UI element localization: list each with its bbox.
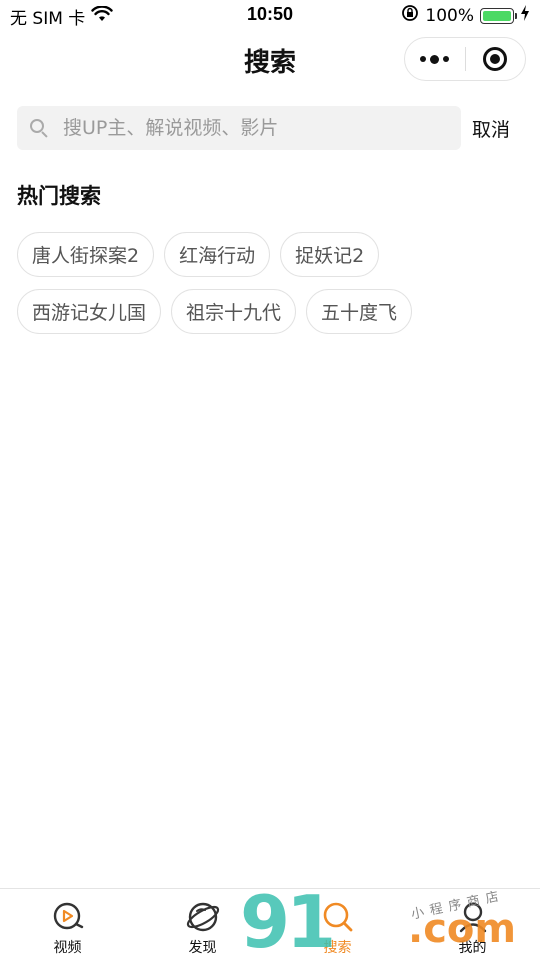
planet-icon — [185, 899, 221, 935]
tab-bar: 视频 发现 搜索 我的 — [0, 888, 540, 960]
mini-program-capsule — [404, 37, 526, 81]
search-input[interactable] — [61, 116, 441, 140]
status-bar: 无 SIM 卡 10:50 100% — [0, 0, 540, 30]
more-dots-icon — [420, 55, 449, 64]
tab-label: 视频 — [54, 937, 82, 957]
cancel-button[interactable]: 取消 — [472, 115, 510, 142]
hot-search-tag[interactable]: 西游记女儿国 — [17, 289, 161, 334]
search-row: 取消 — [17, 106, 527, 150]
tab-label: 发现 — [189, 937, 217, 957]
navigation-bar: 搜索 — [0, 30, 540, 90]
tab-video[interactable]: 视频 — [0, 889, 135, 960]
target-icon — [483, 47, 507, 71]
status-right: 100% — [401, 4, 530, 27]
hot-search-tag[interactable]: 捉妖记2 — [280, 232, 379, 277]
battery-fill — [483, 11, 511, 21]
search-box[interactable] — [17, 106, 461, 150]
tab-profile[interactable]: 我的 — [405, 889, 540, 960]
user-icon — [455, 899, 491, 935]
search-icon — [320, 899, 356, 935]
battery-percent: 100% — [425, 6, 474, 26]
hot-search-tag[interactable]: 红海行动 — [164, 232, 270, 277]
video-play-icon — [50, 899, 86, 935]
hot-search-tag[interactable]: 五十度飞 — [306, 289, 412, 334]
tab-discover[interactable]: 发现 — [135, 889, 270, 960]
tab-label: 我的 — [459, 937, 487, 957]
hot-search-title: 热门搜索 — [17, 180, 101, 210]
rotation-lock-icon — [401, 4, 419, 27]
tab-search[interactable]: 搜索 — [270, 889, 405, 960]
battery-icon — [480, 8, 514, 24]
hot-search-tag[interactable]: 祖宗十九代 — [171, 289, 296, 334]
charging-icon — [520, 5, 530, 26]
close-miniprogram-button[interactable] — [466, 38, 526, 80]
tab-label: 搜索 — [324, 937, 352, 957]
more-button[interactable] — [405, 38, 465, 80]
search-icon — [29, 118, 49, 138]
hot-search-tags: 唐人街探案2 红海行动 捉妖记2 西游记女儿国 祖宗十九代 五十度飞 — [17, 232, 517, 334]
hot-search-tag[interactable]: 唐人街探案2 — [17, 232, 154, 277]
